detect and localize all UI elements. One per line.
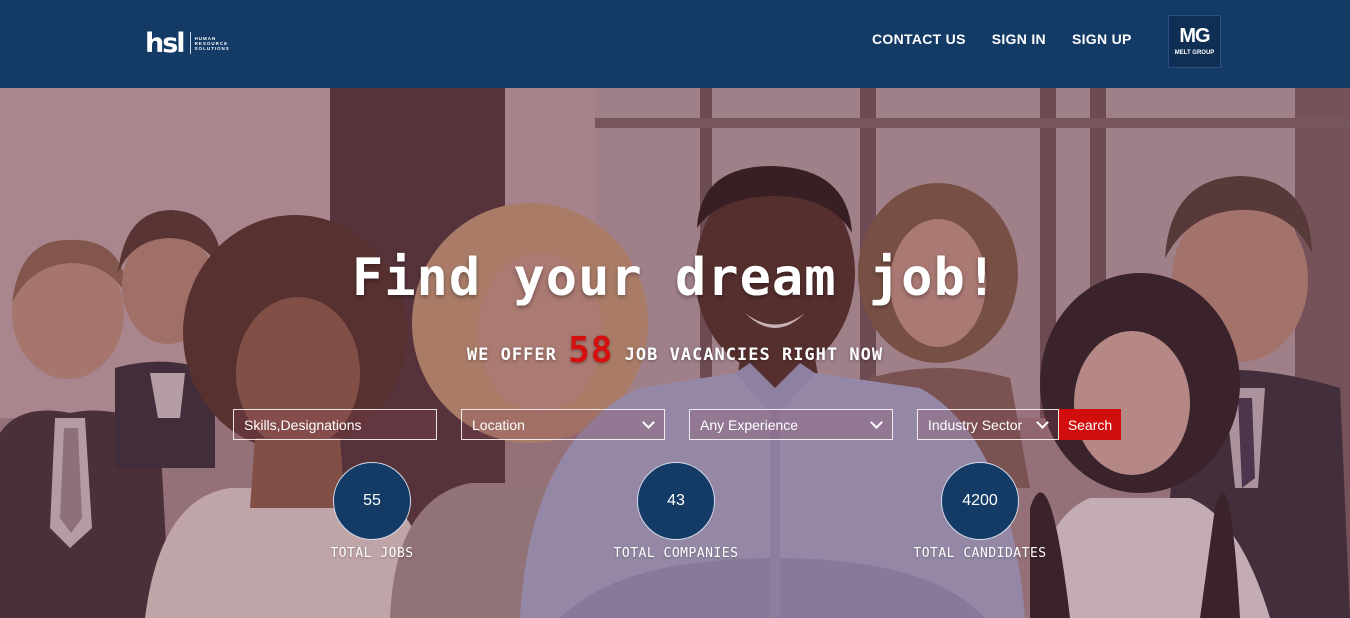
- site-logo[interactable]: hsl HUMAN RESOURCE SOLUTIONS: [145, 28, 230, 58]
- total-jobs-circle: 55: [333, 462, 411, 540]
- industry-select-value: Industry Sector: [928, 416, 1023, 433]
- total-companies-label: TOTAL COMPANIES: [613, 546, 739, 561]
- experience-select[interactable]: Any Experience: [689, 409, 893, 440]
- hero-headline: Find your dream job!: [351, 248, 999, 308]
- industry-select[interactable]: Industry Sector: [917, 409, 1059, 440]
- chevron-down-icon: [1036, 416, 1049, 429]
- partner-logo-mark: MG: [1179, 25, 1210, 47]
- offer-prefix: WE OFFER: [466, 345, 557, 365]
- nav-contact-us-link[interactable]: CONTACT US: [872, 31, 966, 47]
- page: hsl HUMAN RESOURCE SOLUTIONS CONTACT US …: [0, 0, 1350, 618]
- search-button[interactable]: Search: [1059, 409, 1121, 440]
- partner-logo-text: MELT GROUP: [1174, 50, 1215, 56]
- nav-sign-in-link[interactable]: SIGN IN: [992, 31, 1046, 47]
- location-select-value: Location: [472, 416, 525, 433]
- total-jobs-label: TOTAL JOBS: [330, 546, 414, 561]
- chevron-down-icon: [870, 416, 883, 429]
- chevron-down-icon: [642, 416, 655, 429]
- total-candidates-circle: 4200: [941, 462, 1019, 540]
- nav-sign-up-link[interactable]: SIGN UP: [1072, 31, 1132, 47]
- skills-input[interactable]: Skills,Designations: [233, 409, 437, 440]
- main-nav: CONTACT US SIGN IN SIGN UP: [872, 31, 1132, 47]
- skills-input-placeholder: Skills,Designations: [244, 416, 362, 433]
- melt-group-logo[interactable]: MG MELT GROUP: [1168, 15, 1221, 68]
- logo-word: SOLUTIONS: [194, 45, 230, 51]
- logo-divider: [189, 32, 191, 54]
- offer-suffix: JOB VACANCIES RIGHT NOW: [624, 345, 884, 365]
- location-select[interactable]: Location: [461, 409, 665, 440]
- logo-words: HUMAN RESOURCE SOLUTIONS: [195, 36, 230, 51]
- logo-mark: hsl: [145, 27, 186, 59]
- job-offer-line: WE OFFER 58 JOB VACANCIES RIGHT NOW: [0, 330, 1350, 371]
- site-header: hsl HUMAN RESOURCE SOLUTIONS CONTACT US …: [0, 0, 1350, 88]
- vacancy-count: 58: [568, 330, 614, 371]
- experience-select-value: Any Experience: [700, 416, 799, 433]
- hero-section: Find your dream job! WE OFFER 58 JOB VAC…: [0, 88, 1350, 618]
- total-candidates-label: TOTAL CANDIDATES: [913, 546, 1047, 561]
- total-companies-circle: 43: [637, 462, 715, 540]
